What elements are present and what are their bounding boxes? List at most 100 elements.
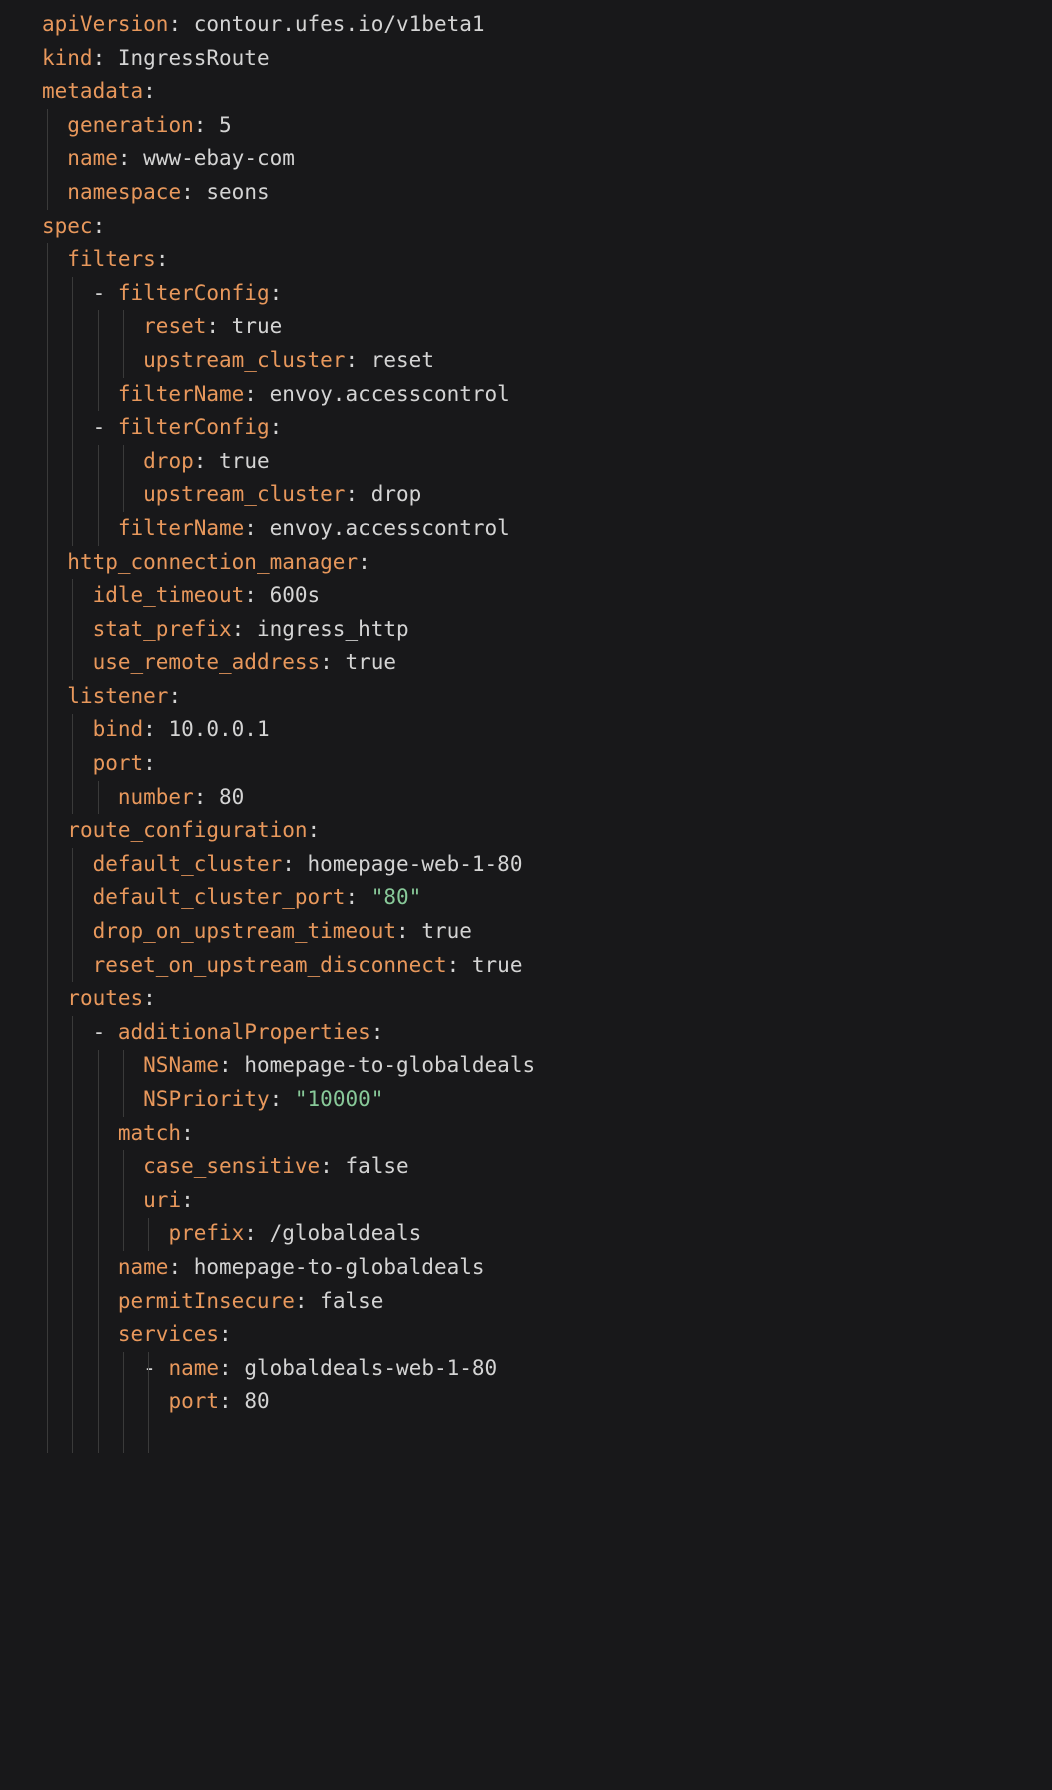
indent bbox=[42, 717, 93, 741]
indent-guide bbox=[123, 310, 124, 377]
yaml-key: port bbox=[168, 1389, 219, 1413]
code-line: NSName: homepage-to-globaldeals bbox=[42, 1049, 1052, 1083]
yaml-key: NSName bbox=[143, 1053, 219, 1077]
indent-guide bbox=[72, 1016, 73, 1453]
yaml-key: case_sensitive bbox=[143, 1154, 320, 1178]
yaml-value: false bbox=[345, 1154, 408, 1178]
yaml-key: prefix bbox=[168, 1221, 244, 1245]
colon: : bbox=[219, 1389, 244, 1413]
indent bbox=[42, 617, 93, 641]
yaml-key: filterName bbox=[118, 516, 244, 540]
colon: : bbox=[270, 1087, 295, 1111]
indent bbox=[42, 953, 93, 977]
code-line: reset_on_upstream_disconnect: true bbox=[42, 949, 1052, 983]
code-line: default_cluster: homepage-web-1-80 bbox=[42, 848, 1052, 882]
code-line: name: www-ebay-com bbox=[42, 142, 1052, 176]
indent-guide bbox=[98, 781, 99, 815]
yaml-key: default_cluster_port bbox=[93, 885, 346, 909]
indent bbox=[42, 1221, 168, 1245]
colon: : bbox=[358, 550, 371, 574]
colon: : bbox=[244, 1221, 269, 1245]
yaml-value: reset bbox=[371, 348, 434, 372]
colon: : bbox=[345, 482, 370, 506]
yaml-value: 10.0.0.1 bbox=[168, 717, 269, 741]
indent bbox=[42, 1322, 118, 1346]
yaml-value: homepage-to-globaldeals bbox=[194, 1255, 485, 1279]
code-line: filters: bbox=[42, 243, 1052, 277]
code-line: upstream_cluster: reset bbox=[42, 344, 1052, 378]
indent-guide bbox=[123, 1150, 124, 1251]
indent bbox=[42, 885, 93, 909]
yaml-key: filters bbox=[67, 247, 156, 271]
indent bbox=[42, 583, 93, 607]
colon: : bbox=[345, 885, 370, 909]
indent bbox=[42, 146, 67, 170]
indent-guide bbox=[47, 109, 48, 210]
yaml-key: NSPriority bbox=[143, 1087, 269, 1111]
colon: : bbox=[282, 852, 307, 876]
yaml-value: true bbox=[232, 314, 283, 338]
colon: : bbox=[93, 46, 118, 70]
code-line: generation: 5 bbox=[42, 109, 1052, 143]
yaml-key: http_connection_manager bbox=[67, 550, 358, 574]
yaml-key: apiVersion bbox=[42, 12, 168, 36]
code-line: drop_on_upstream_timeout: true bbox=[42, 915, 1052, 949]
indent bbox=[42, 1188, 143, 1212]
code-line bbox=[42, 1419, 1052, 1453]
indent bbox=[42, 1020, 93, 1044]
indent bbox=[42, 415, 93, 439]
colon: : bbox=[219, 1322, 232, 1346]
indent bbox=[42, 281, 93, 305]
colon: : bbox=[206, 314, 231, 338]
code-line: case_sensitive: false bbox=[42, 1150, 1052, 1184]
colon: : bbox=[181, 1121, 194, 1145]
code-line: metadata: bbox=[42, 75, 1052, 109]
colon: : bbox=[371, 1020, 384, 1044]
code-line: stat_prefix: ingress_http bbox=[42, 613, 1052, 647]
indent-guide bbox=[98, 1050, 99, 1453]
colon: : bbox=[168, 1255, 193, 1279]
colon: : bbox=[219, 1053, 244, 1077]
code-line: use_remote_address: true bbox=[42, 646, 1052, 680]
code-line: listener: bbox=[42, 680, 1052, 714]
indent bbox=[42, 382, 118, 406]
code-line: port: bbox=[42, 747, 1052, 781]
indent bbox=[42, 180, 67, 204]
colon: : bbox=[181, 1188, 194, 1212]
indent-guide bbox=[123, 1050, 124, 1117]
yaml-value: envoy.accesscontrol bbox=[270, 382, 510, 406]
code-line: name: homepage-to-globaldeals bbox=[42, 1251, 1052, 1285]
indent-guide bbox=[123, 1352, 124, 1453]
code-line: - name: globaldeals-web-1-80 bbox=[42, 1352, 1052, 1386]
code-line: default_cluster_port: "80" bbox=[42, 881, 1052, 915]
indent-guide bbox=[72, 848, 73, 982]
yaml-key: permitInsecure bbox=[118, 1289, 295, 1313]
indent bbox=[42, 650, 93, 674]
yaml-value: ingress_http bbox=[257, 617, 409, 641]
colon: : bbox=[232, 617, 257, 641]
colon: : bbox=[244, 382, 269, 406]
colon: : bbox=[270, 415, 283, 439]
colon: : bbox=[295, 1289, 320, 1313]
indent-guide bbox=[148, 1352, 149, 1453]
indent bbox=[42, 1389, 168, 1413]
yaml-value: seons bbox=[206, 180, 269, 204]
indent bbox=[42, 818, 67, 842]
indent-guide bbox=[72, 714, 73, 815]
code-line: idle_timeout: 600s bbox=[42, 579, 1052, 613]
colon: : bbox=[143, 986, 156, 1010]
indent bbox=[42, 449, 143, 473]
colon: : bbox=[447, 953, 472, 977]
colon: : bbox=[270, 281, 283, 305]
yaml-value: envoy.accesscontrol bbox=[270, 516, 510, 540]
colon: : bbox=[143, 751, 156, 775]
code-line: uri: bbox=[42, 1184, 1052, 1218]
yaml-key: drop_on_upstream_timeout bbox=[93, 919, 396, 943]
colon: : bbox=[194, 785, 219, 809]
yaml-key: routes bbox=[67, 986, 143, 1010]
colon: : bbox=[308, 818, 321, 842]
yaml-key: stat_prefix bbox=[93, 617, 232, 641]
indent bbox=[42, 348, 143, 372]
colon: : bbox=[156, 247, 169, 271]
colon: : bbox=[93, 214, 106, 238]
